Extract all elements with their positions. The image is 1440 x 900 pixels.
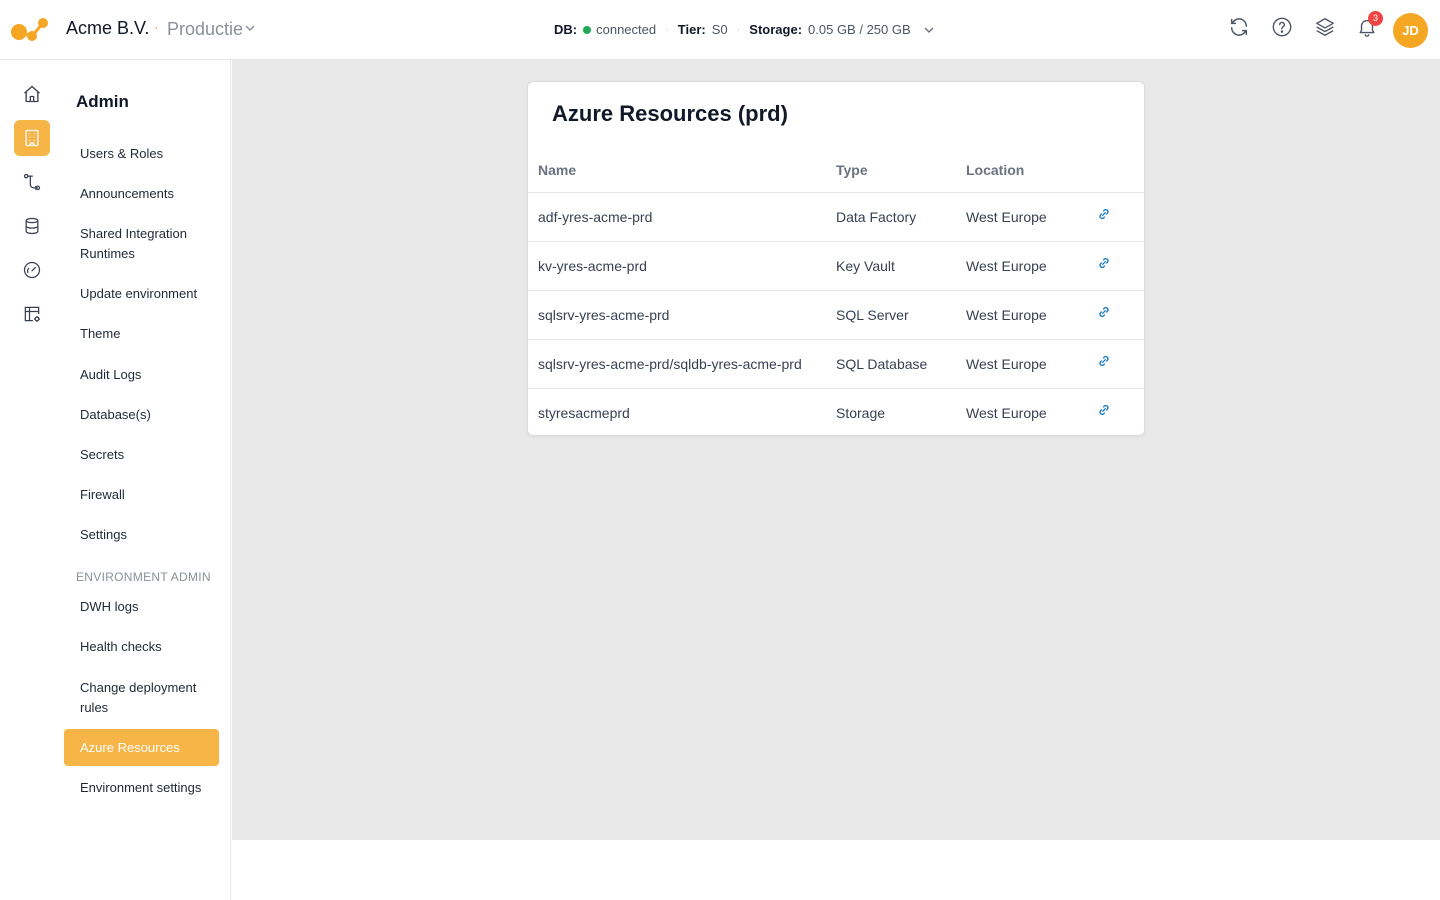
sidebar-item-firewall[interactable]: Firewall bbox=[64, 485, 219, 505]
sidebar-item-environment-settings[interactable]: Environment settings bbox=[64, 778, 219, 798]
table-row: kv-yres-acme-prd Key Vault West Europe bbox=[528, 241, 1144, 290]
sidebar-section-environment-admin: ENVIRONMENT ADMIN bbox=[76, 570, 211, 584]
environment-selector[interactable]: Productie bbox=[167, 19, 243, 40]
rail-table-settings[interactable] bbox=[14, 296, 50, 332]
storage-label: Storage: bbox=[749, 22, 803, 37]
external-link-icon[interactable] bbox=[1097, 403, 1111, 417]
connected-status-dot bbox=[583, 25, 592, 34]
status-separator: · bbox=[665, 23, 669, 36]
workflow-icon bbox=[23, 173, 41, 191]
db-status: connected bbox=[596, 22, 657, 37]
title-separator: · bbox=[154, 19, 159, 35]
resource-name: sqlsrv-yres-acme-prd bbox=[538, 307, 670, 323]
rail-database[interactable] bbox=[14, 208, 50, 244]
sidebar-item-health-checks[interactable]: Health checks bbox=[64, 637, 219, 657]
external-link-icon[interactable] bbox=[1097, 305, 1111, 319]
database-icon bbox=[25, 217, 39, 235]
sidebar-item-update-environment[interactable]: Update environment bbox=[64, 284, 219, 304]
layers-icon[interactable] bbox=[1314, 16, 1336, 38]
main-content: Azure Resources (prd) Name Type Location… bbox=[232, 60, 1440, 840]
sidebar-item-users-roles[interactable]: Users & Roles bbox=[64, 144, 219, 164]
resource-type: SQL Server bbox=[836, 307, 909, 323]
sidebar-item-theme[interactable]: Theme bbox=[64, 324, 219, 344]
table-row: styresacmeprd Storage West Europe bbox=[528, 388, 1144, 435]
app-logo[interactable] bbox=[10, 14, 50, 44]
resource-type: Key Vault bbox=[836, 258, 895, 274]
top-header: Acme B.V. · Productie DB: connected · Ti… bbox=[0, 0, 1440, 60]
rail-home[interactable] bbox=[14, 76, 50, 112]
resource-name: styresacmeprd bbox=[538, 405, 630, 421]
rail-pipelines[interactable] bbox=[14, 164, 50, 200]
column-header-name[interactable]: Name bbox=[538, 162, 576, 178]
azure-resources-card: Azure Resources (prd) Name Type Location… bbox=[527, 81, 1145, 436]
resource-location: West Europe bbox=[966, 307, 1047, 323]
sidebar-item-azure-resources[interactable]: Azure Resources bbox=[64, 729, 219, 766]
resource-location: West Europe bbox=[966, 356, 1047, 372]
sidebar-item-change-deployment-rules[interactable]: Change deployment rules bbox=[64, 678, 219, 718]
resource-name: kv-yres-acme-prd bbox=[538, 258, 647, 274]
resource-location: West Europe bbox=[966, 209, 1047, 225]
icon-rail bbox=[0, 60, 64, 900]
rail-admin[interactable] bbox=[14, 120, 50, 156]
card-title: Azure Resources (prd) bbox=[552, 101, 788, 126]
sidebar-title: Admin bbox=[76, 92, 129, 111]
table-row: sqlsrv-yres-acme-prd SQL Server West Eur… bbox=[528, 290, 1144, 339]
resource-name: adf-yres-acme-prd bbox=[538, 209, 653, 225]
table-row: sqlsrv-yres-acme-prd/sqldb-yres-acme-prd… bbox=[528, 339, 1144, 388]
resource-type: SQL Database bbox=[836, 356, 928, 372]
external-link-icon[interactable] bbox=[1097, 354, 1111, 368]
sidebar-item-settings[interactable]: Settings bbox=[64, 525, 219, 545]
environment-status[interactable]: DB: connected · Tier: S0 · Storage: 0.05… bbox=[554, 22, 935, 37]
rail-monitoring[interactable] bbox=[14, 252, 50, 288]
help-icon[interactable] bbox=[1271, 16, 1293, 38]
notification-badge: 3 bbox=[1368, 11, 1383, 26]
chevron-down-icon[interactable] bbox=[923, 24, 935, 36]
admin-sidebar: Admin Users & Roles Announcements Shared… bbox=[64, 60, 231, 900]
building-icon bbox=[25, 129, 39, 147]
external-link-icon[interactable] bbox=[1097, 207, 1111, 221]
page-footer bbox=[232, 840, 1440, 900]
sidebar-item-shared-integration-runtimes[interactable]: Shared Integration Runtimes bbox=[64, 224, 219, 264]
external-link-icon[interactable] bbox=[1097, 256, 1111, 270]
table-row: adf-yres-acme-prd Data Factory West Euro… bbox=[528, 192, 1144, 241]
resource-type: Data Factory bbox=[836, 209, 917, 225]
resource-type: Storage bbox=[836, 405, 886, 421]
column-header-type[interactable]: Type bbox=[836, 162, 868, 178]
user-avatar[interactable]: JD bbox=[1393, 13, 1428, 48]
sidebar-item-dwh-logs[interactable]: DWH logs bbox=[64, 597, 219, 617]
storage-value: 0.05 GB / 250 GB bbox=[808, 22, 911, 37]
sidebar-item-announcements[interactable]: Announcements bbox=[64, 184, 219, 204]
status-separator: · bbox=[736, 23, 741, 36]
resource-name: sqlsrv-yres-acme-prd/sqldb-yres-acme-prd bbox=[538, 356, 802, 372]
tier-value: S0 bbox=[711, 22, 728, 37]
refresh-icon[interactable] bbox=[1228, 16, 1250, 38]
tier-label: Tier: bbox=[677, 22, 706, 37]
gauge-icon bbox=[23, 261, 41, 279]
column-header-location[interactable]: Location bbox=[966, 162, 1024, 178]
org-name[interactable]: Acme B.V. bbox=[66, 18, 149, 39]
sidebar-item-databases[interactable]: Database(s) bbox=[64, 405, 219, 425]
db-label: DB: bbox=[554, 22, 578, 37]
table-settings-icon bbox=[24, 306, 40, 322]
sidebar-item-audit-logs[interactable]: Audit Logs bbox=[64, 365, 219, 385]
home-icon bbox=[24, 85, 40, 103]
chevron-down-icon[interactable] bbox=[244, 22, 256, 34]
resource-location: West Europe bbox=[966, 258, 1047, 274]
resource-location: West Europe bbox=[966, 405, 1047, 421]
sidebar-item-secrets[interactable]: Secrets bbox=[64, 445, 219, 465]
